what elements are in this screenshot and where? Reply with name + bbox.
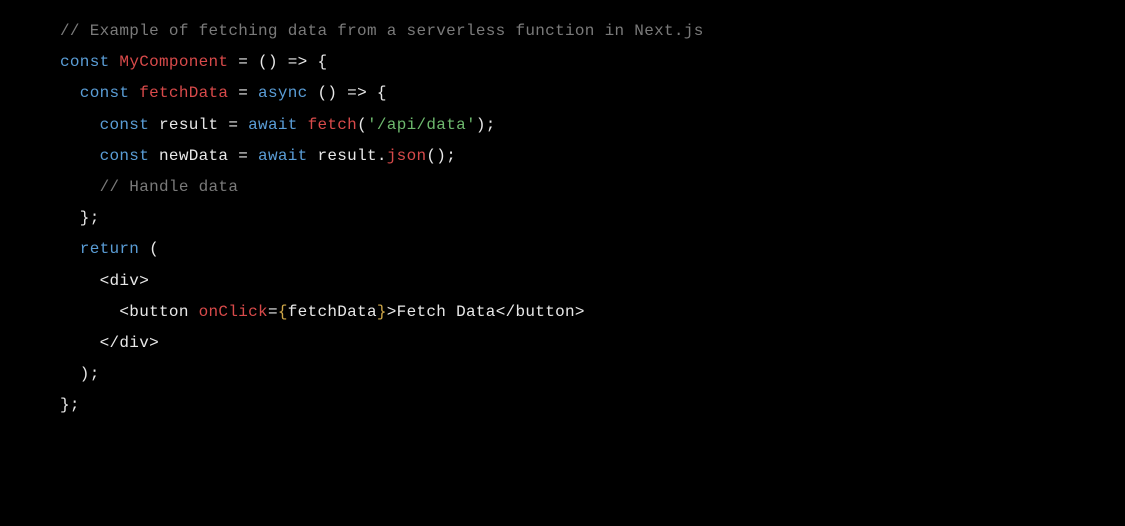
keyword-const: const [60, 53, 110, 71]
space [298, 116, 308, 134]
keyword-const: const [60, 116, 149, 134]
arrow-fn: = () => { [228, 53, 327, 71]
paren-close: ); [476, 116, 496, 134]
equals: = [228, 84, 258, 102]
code-line-2: const MyComponent = () => { [60, 47, 1125, 78]
jsx-div-open: <div> [60, 272, 149, 290]
string-literal: '/api/data' [367, 116, 476, 134]
keyword-await: await [258, 147, 308, 165]
fn-name: fetchData [129, 84, 228, 102]
component-name: MyComponent [110, 53, 229, 71]
code-block: // Example of fetching data from a serve… [60, 16, 1125, 421]
jsx-button-open: <button [60, 303, 199, 321]
code-line-7: }; [60, 203, 1125, 234]
keyword-const: const [60, 147, 149, 165]
code-line-14: }; [60, 390, 1125, 421]
code-line-13: ); [60, 359, 1125, 390]
keyword-return: return [60, 240, 139, 258]
code-line-12: </div> [60, 328, 1125, 359]
code-line-11: <button onClick={fetchData}>Fetch Data</… [60, 297, 1125, 328]
keyword-async: async [258, 84, 308, 102]
comment: // Handle data [60, 178, 238, 196]
comment: // Example of fetching data from a serve… [60, 22, 704, 40]
code-line-6: // Handle data [60, 172, 1125, 203]
code-line-4: const result = await fetch('/api/data'); [60, 110, 1125, 141]
var-eq: result = [149, 116, 248, 134]
method-json: json [387, 147, 427, 165]
dot-access: result. [308, 147, 387, 165]
jsx-brace-open: { [278, 303, 288, 321]
code-line-5: const newData = await result.json(); [60, 141, 1125, 172]
keyword-const: const [60, 84, 129, 102]
jsx-attr-onclick: onClick [199, 303, 268, 321]
equals: = [268, 303, 278, 321]
paren-close: ); [60, 365, 100, 383]
close-brace: }; [60, 396, 80, 414]
code-line-9: return ( [60, 234, 1125, 265]
jsx-div-close: </div> [60, 334, 159, 352]
arrow-fn: () => { [308, 84, 387, 102]
close-brace: }; [60, 209, 100, 227]
call-end: (); [426, 147, 456, 165]
jsx-expr: fetchData [288, 303, 377, 321]
code-line-1: // Example of fetching data from a serve… [60, 16, 1125, 47]
code-line-3: const fetchData = async () => { [60, 78, 1125, 109]
paren-open: ( [139, 240, 159, 258]
paren-open: ( [357, 116, 367, 134]
fn-fetch: fetch [308, 116, 358, 134]
code-line-10: <div> [60, 266, 1125, 297]
var-eq: newData = [149, 147, 258, 165]
jsx-button-rest: >Fetch Data</button> [387, 303, 585, 321]
jsx-brace-close: } [377, 303, 387, 321]
keyword-await: await [248, 116, 298, 134]
